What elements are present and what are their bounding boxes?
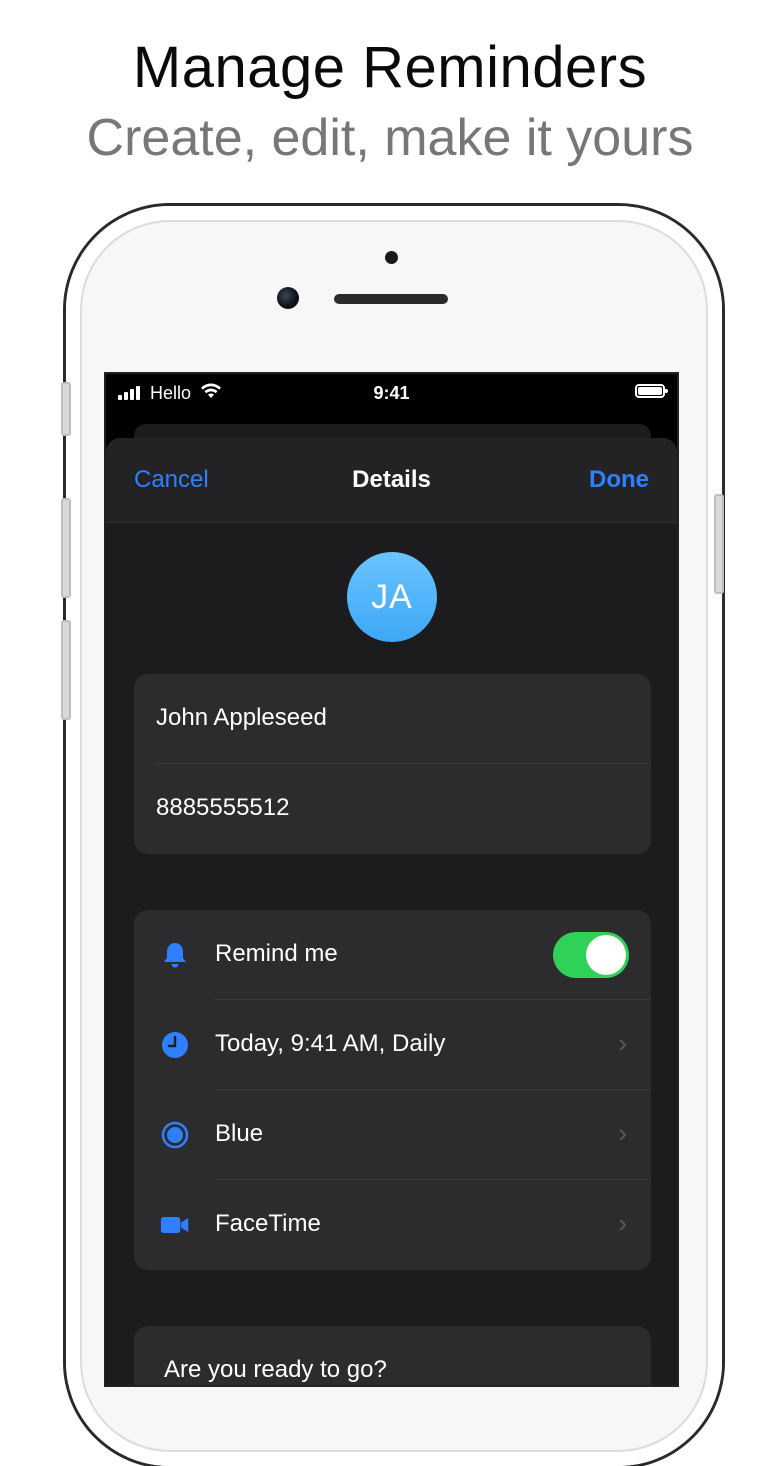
- phone-screen: Hello 9:41 Cancel Details Done JA John A…: [104, 372, 679, 1387]
- earpiece-speaker: [334, 294, 448, 304]
- remind-me-row: Remind me: [134, 910, 651, 1000]
- phone-mute-switch: [61, 382, 71, 436]
- chevron-right-icon: ›: [618, 1118, 627, 1148]
- name-field[interactable]: John Appleseed: [134, 674, 651, 764]
- phone-field[interactable]: 8885555512: [134, 764, 651, 854]
- call-type-row[interactable]: FaceTime ›: [134, 1180, 651, 1270]
- proximity-sensor: [385, 251, 398, 264]
- navigation-bar: Cancel Details Done: [106, 438, 677, 523]
- schedule-label: Today, 9:41 AM, Daily: [215, 1030, 446, 1057]
- clock-icon: [160, 1030, 190, 1060]
- chevron-right-icon: ›: [618, 1208, 627, 1238]
- phone-power-button: [714, 494, 724, 594]
- battery-icon: [635, 384, 668, 398]
- video-camera-icon: [160, 1210, 190, 1240]
- status-time: 9:41: [373, 383, 410, 403]
- phone-volume-down-button: [61, 620, 71, 720]
- phone-value: 8885555512: [156, 794, 290, 821]
- message-field[interactable]: Are you ready to go?: [134, 1326, 651, 1385]
- name-value: John Appleseed: [156, 704, 327, 731]
- contact-info-group: John Appleseed 8885555512: [134, 674, 651, 854]
- status-bar: Hello 9:41: [106, 374, 677, 414]
- message-text: Are you ready to go?: [164, 1356, 387, 1383]
- promo-headline: Manage Reminders: [132, 35, 648, 100]
- call-type-label: FaceTime: [215, 1210, 321, 1237]
- promo-subheadline: Create, edit, make it yours: [86, 109, 694, 167]
- front-camera: [277, 287, 299, 309]
- remind-me-toggle[interactable]: [553, 932, 629, 978]
- phone-volume-up-button: [61, 498, 71, 598]
- bell-icon: [160, 940, 190, 970]
- chevron-right-icon: ›: [618, 1028, 627, 1058]
- color-label: Blue: [215, 1120, 264, 1147]
- avatar[interactable]: JA: [347, 552, 437, 642]
- reminder-settings-group: Remind me Today, 9:41 AM, Daily › Blue ›…: [134, 910, 651, 1270]
- schedule-row[interactable]: Today, 9:41 AM, Daily ›: [134, 1000, 651, 1090]
- done-button[interactable]: Done: [589, 466, 649, 494]
- details-sheet: Cancel Details Done JA John Appleseed 88…: [106, 438, 677, 1385]
- avatar-initials: JA: [371, 577, 413, 616]
- remind-me-label: Remind me: [215, 940, 338, 967]
- color-dot-icon: [160, 1120, 190, 1150]
- color-row[interactable]: Blue ›: [134, 1090, 651, 1180]
